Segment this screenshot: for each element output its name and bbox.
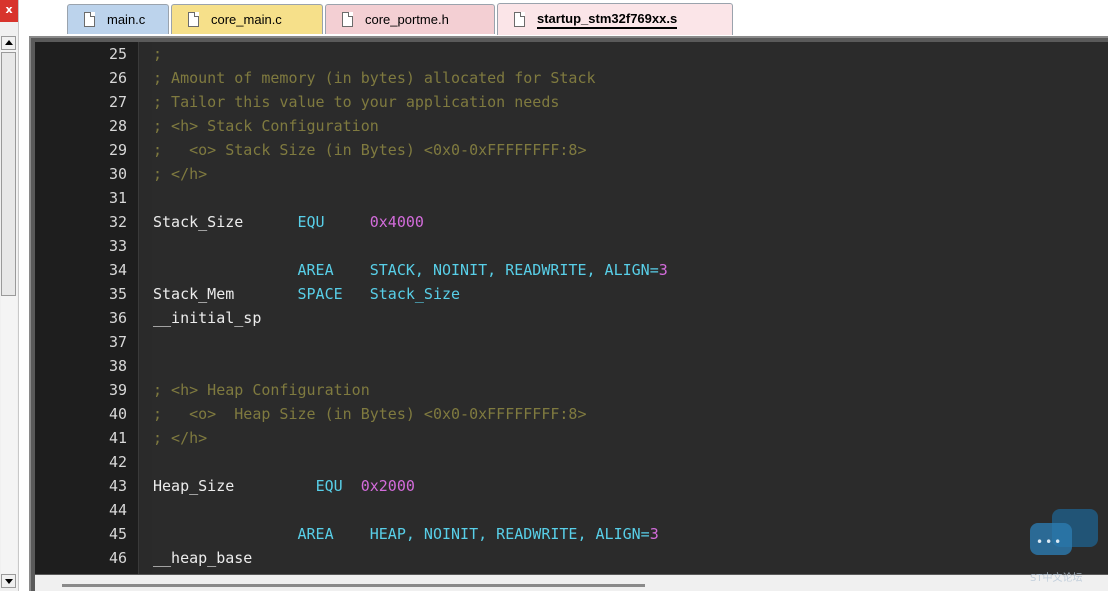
code-line: ; <o> Heap Size (in Bytes) <0x0-0xFFFFFF…: [153, 402, 586, 426]
code-line: Heap_Size EQU 0x2000: [153, 474, 415, 498]
code-line: ; </h>: [153, 426, 207, 450]
code-line: __initial_sp: [153, 306, 261, 330]
code-comment: ; <h> Stack Configuration: [153, 117, 379, 135]
line-number: 45: [108, 525, 127, 543]
close-icon[interactable]: x: [0, 0, 18, 22]
code-directive: EQU: [297, 213, 325, 231]
code-line: ; <h> Stack Configuration: [153, 114, 379, 138]
code-directive: EQU: [315, 477, 343, 495]
code-line: Stack_Size EQU 0x4000: [153, 210, 424, 234]
forum-watermark: ••• ST中文论坛: [1028, 507, 1104, 587]
code-label: Heap_Size: [153, 477, 235, 495]
code-comment: ; <o> Stack Size (in Bytes) <0x0-0xFFFFF…: [153, 141, 587, 159]
line-number: 41: [108, 429, 127, 447]
line-number: 39: [108, 381, 127, 399]
line-number: 27: [108, 93, 127, 111]
line-number: 36: [108, 309, 127, 327]
code-comment: ;: [153, 45, 163, 63]
tab-label: startup_stm32f769xx.s: [537, 11, 678, 29]
line-number: 35: [108, 285, 127, 303]
editor-tab-bar: main.c core_main.c core_portme.h startup…: [19, 0, 1108, 36]
code-line: __heap_base: [153, 546, 252, 570]
line-number: 34: [108, 261, 127, 279]
horizontal-scroll-thumb[interactable]: [62, 584, 645, 587]
code-label: __initial_sp: [153, 309, 262, 327]
vertical-scroll-thumb[interactable]: [1, 52, 16, 296]
gutter-margin: [139, 42, 152, 574]
code-number: 3: [658, 261, 668, 279]
line-number: 42: [108, 453, 127, 471]
tab-label: main.c: [107, 12, 146, 27]
scroll-down-icon[interactable]: [1, 574, 16, 588]
line-number: 26: [108, 69, 127, 87]
code-line: ;: [153, 42, 162, 66]
line-number: 28: [108, 117, 127, 135]
code-comment: ; Amount of memory (in bytes) allocated …: [153, 69, 596, 87]
line-number: 46: [108, 549, 127, 567]
code-line: ; </h>: [153, 162, 207, 186]
line-number: 44: [108, 501, 127, 519]
line-number: 30: [108, 165, 127, 183]
code-comment: ; <o> Heap Size (in Bytes) <0x0-0xFFFFFF…: [153, 405, 587, 423]
line-number: 33: [108, 237, 127, 255]
line-number: 25: [108, 45, 127, 63]
code-operands: Stack_Size: [369, 285, 461, 303]
tab-startup-stm32f769xx-s[interactable]: startup_stm32f769xx.s: [497, 3, 733, 35]
file-icon: [342, 12, 353, 27]
code-line: ; Amount of memory (in bytes) allocated …: [153, 66, 596, 90]
code-operands: HEAP, NOINIT, READWRITE, ALIGN=: [369, 525, 650, 543]
tab-main-c[interactable]: main.c: [67, 4, 169, 34]
code-line: Stack_Mem SPACE Stack_Size: [153, 282, 460, 306]
code-label: Stack_Size: [153, 213, 244, 231]
file-icon: [84, 12, 95, 27]
watermark-text: ST中文论坛: [1030, 573, 1083, 584]
code-directive: SPACE: [297, 285, 343, 303]
tab-label: core_main.c: [211, 12, 282, 27]
code-value: 0x4000: [369, 213, 424, 231]
code-operands: STACK, NOINIT, READWRITE, ALIGN=: [369, 261, 659, 279]
code-comment: ; </h>: [153, 165, 208, 183]
code-directive: AREA: [297, 525, 334, 543]
line-number: 38: [108, 357, 127, 375]
code-comment: ; Tailor this value to your application …: [153, 93, 560, 111]
code-label: __heap_base: [153, 549, 253, 567]
tab-core-portme-h[interactable]: core_portme.h: [325, 4, 495, 34]
code-label: Stack_Mem: [153, 285, 235, 303]
code-value: 0x2000: [360, 477, 415, 495]
line-number: 32: [108, 213, 127, 231]
file-icon: [514, 12, 525, 27]
scroll-up-icon[interactable]: [1, 36, 16, 50]
code-line: AREA STACK, NOINIT, READWRITE, ALIGN=3: [153, 258, 668, 282]
code-directive: AREA: [297, 261, 334, 279]
line-number: 29: [108, 141, 127, 159]
tab-core-main-c[interactable]: core_main.c: [171, 4, 323, 34]
code-line: ; Tailor this value to your application …: [153, 90, 559, 114]
code-line: AREA HEAP, NOINIT, READWRITE, ALIGN=3: [153, 522, 659, 546]
code-comment: ; <h> Heap Configuration: [153, 381, 370, 399]
tab-label: core_portme.h: [365, 12, 449, 27]
line-number: 37: [108, 333, 127, 351]
code-number: 3: [649, 525, 659, 543]
code-comment: ; </h>: [153, 429, 208, 447]
line-number: 31: [108, 189, 127, 207]
line-number: 43: [108, 477, 127, 495]
horizontal-scrollbar[interactable]: [35, 575, 1108, 591]
file-icon: [188, 12, 199, 27]
chat-dots: •••: [1036, 535, 1064, 549]
code-line: ; <h> Heap Configuration: [153, 378, 370, 402]
code-line: ; <o> Stack Size (in Bytes) <0x0-0xFFFFF…: [153, 138, 586, 162]
line-number: 40: [108, 405, 127, 423]
